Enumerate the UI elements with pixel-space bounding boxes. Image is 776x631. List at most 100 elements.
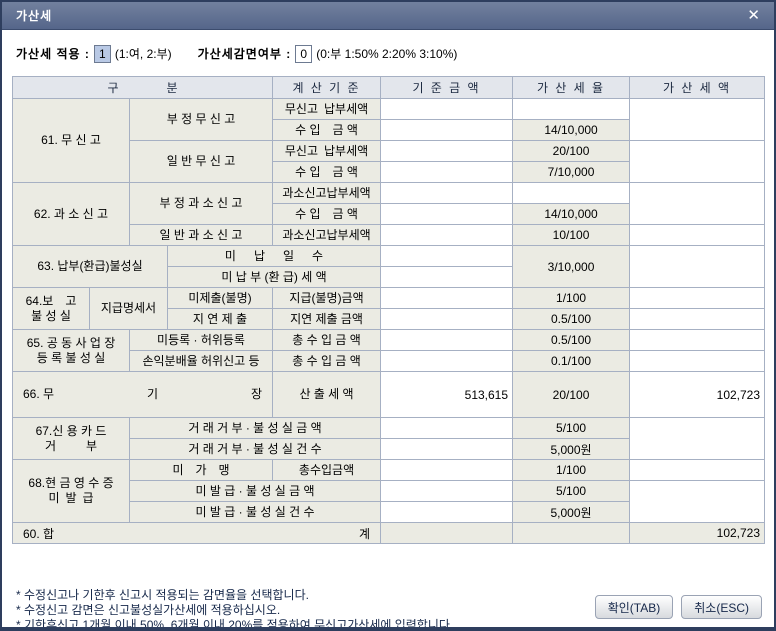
row66-title-mid: 기 xyxy=(147,387,159,401)
rate-cell: 20/100 xyxy=(512,140,631,162)
row67-basis1: 거 래 거 부 · 불 성 실 금 액 xyxy=(128,417,382,439)
row66-title: 66. 무 기 장 xyxy=(11,371,274,418)
amount-cell[interactable] xyxy=(629,287,766,309)
amount-cell[interactable] xyxy=(629,350,766,372)
row66-title-right: 장 xyxy=(250,387,263,401)
rate-cell: 5,000원 xyxy=(512,501,631,523)
base-amount-cell[interactable]: 513,615 xyxy=(380,371,514,418)
base-amount-cell[interactable] xyxy=(380,266,514,288)
header-base-amount: 기 준 금 액 xyxy=(380,76,514,99)
rate-cell[interactable] xyxy=(512,98,631,120)
amount-cell[interactable] xyxy=(629,98,766,141)
rate-cell[interactable] xyxy=(512,182,631,204)
row64-basis1b: 지급(불명)금액 xyxy=(272,287,382,309)
rate-cell: 0.5/100 xyxy=(512,308,631,330)
row68-basis3: 미 발 급 · 불 성 실 건 수 xyxy=(128,501,382,523)
row64-basis2b: 지연 제출 금액 xyxy=(272,308,382,330)
row62-sub-fraud: 부 정 과 소 신 고 xyxy=(128,182,274,225)
base-amount-cell[interactable] xyxy=(380,182,514,204)
row61-basis4: 수 입 금 액 xyxy=(272,161,382,183)
rate-cell: 1/100 xyxy=(512,459,631,481)
rate-cell: 5,000원 xyxy=(512,438,631,460)
penalty-tax-dialog: 가산세 ✕ 가산세 적용 : (1:여, 2:부) 가산세감면여부 : (0:부… xyxy=(0,0,776,631)
apply-label: 가산세 적용 : xyxy=(16,47,90,61)
base-amount-cell[interactable] xyxy=(380,350,514,372)
apply-input[interactable] xyxy=(93,44,111,63)
base-amount-cell[interactable] xyxy=(380,308,514,330)
header-row: 구 분 계 산 기 준 기 준 금 액 가 산 세 율 가 산 세 액 xyxy=(11,76,766,99)
row62-basis3: 과소신고납부세액 xyxy=(272,224,382,246)
row62-basis1: 과소신고납부세액 xyxy=(272,182,382,204)
table-row: 64.보 고 불 성 실 지급명세서 미제출(불명) 지급(불명)금액 1/10… xyxy=(12,287,766,330)
amount-cell[interactable] xyxy=(629,140,766,183)
rate-cell: 0.5/100 xyxy=(512,329,631,351)
row62-sub-general: 일 반 과 소 신 고 xyxy=(128,224,274,246)
base-amount-cell[interactable] xyxy=(380,417,514,439)
rate-cell: 1/100 xyxy=(512,287,631,309)
row67-basis2: 거 래 거 부 · 불 성 실 건 수 xyxy=(128,438,382,460)
rate-cell: 14/10,000 xyxy=(512,203,631,225)
row62-title: 62. 과 소 신 고 xyxy=(12,182,130,246)
row64-basis2a: 지 연 제 출 xyxy=(166,308,274,330)
row64-basis1a: 미제출(불명) xyxy=(166,287,274,309)
amount-cell[interactable] xyxy=(629,224,766,246)
table-row: 65. 공 동 사 업 장 등 록 불 성 실 미등록 · 허위등록 총 수 입… xyxy=(12,329,766,372)
amount-cell[interactable] xyxy=(629,245,766,288)
rate-cell: 3/10,000 xyxy=(512,245,631,288)
base-amount-cell[interactable] xyxy=(380,480,514,502)
table-row: 61. 무 신 고 부 정 무 신 고 무신고 납부세액 xyxy=(12,98,766,183)
row61-basis1: 무신고 납부세액 xyxy=(272,98,382,120)
base-amount-cell[interactable] xyxy=(380,203,514,225)
top-controls: 가산세 적용 : (1:여, 2:부) 가산세감면여부 : (0:부 1:50%… xyxy=(2,30,774,76)
cancel-button[interactable]: 취소(ESC) xyxy=(681,595,762,619)
row65-basis2a: 손익분배율 허위신고 등 xyxy=(128,350,274,372)
row68-basis2: 미 발 급 · 불 성 실 금 액 xyxy=(128,480,382,502)
base-amount-cell[interactable] xyxy=(380,287,514,309)
row61-sub-fraud: 부 정 무 신 고 xyxy=(128,98,274,141)
base-amount-cell[interactable] xyxy=(380,501,514,523)
rate-cell: 14/10,000 xyxy=(512,119,631,141)
table-row: 63. 납부(환급)불성실 미 납 일 수 3/10,000 xyxy=(12,245,766,288)
base-amount-cell xyxy=(380,522,514,544)
amount-cell[interactable] xyxy=(629,480,766,523)
row63-basis2: 미 납 부 (환 급) 세 액 xyxy=(166,266,382,288)
amount-cell[interactable] xyxy=(629,417,766,460)
base-amount-cell[interactable] xyxy=(380,119,514,141)
confirm-button[interactable]: 확인(TAB) xyxy=(594,595,674,619)
amount-cell[interactable] xyxy=(629,182,766,225)
row65-basis2b: 총 수 입 금 액 xyxy=(272,350,382,372)
row68-basis1b: 총수입금액 xyxy=(272,459,382,481)
amount-cell[interactable] xyxy=(629,459,766,481)
amount-cell[interactable] xyxy=(629,329,766,351)
penalty-table: 구 분 계 산 기 준 기 준 금 액 가 산 세 율 가 산 세 액 61. … xyxy=(11,76,766,544)
row61-sub-general: 일 반 무 신 고 xyxy=(128,140,274,183)
row68-basis1a: 미 가 맹 xyxy=(128,459,274,481)
row65-basis1b: 총 수 입 금 액 xyxy=(272,329,382,351)
base-amount-cell[interactable] xyxy=(380,329,514,351)
base-amount-cell[interactable] xyxy=(380,245,514,267)
rate-cell xyxy=(512,522,631,544)
amount-cell[interactable]: 102,723 xyxy=(629,371,766,418)
table-row: 68.현 금 영 수 증 미 발 급 미 가 맹 총수입금액 1/100 xyxy=(12,459,766,523)
row65-basis1a: 미등록 · 허위등록 xyxy=(128,329,274,351)
base-amount-cell[interactable] xyxy=(380,161,514,183)
rate-cell: 5/100 xyxy=(512,480,631,502)
header-gubun: 구 분 xyxy=(11,76,274,99)
header-rate: 가 산 세 율 xyxy=(512,76,631,99)
rate-cell: 10/100 xyxy=(512,224,631,246)
base-amount-cell[interactable] xyxy=(380,98,514,120)
row64-title: 64.보 고 불 성 실 xyxy=(12,287,90,330)
amount-cell[interactable] xyxy=(629,308,766,330)
table-row: 62. 과 소 신 고 부 정 과 소 신 고 과소신고납부세액 xyxy=(12,182,766,246)
rate-cell: 7/10,000 xyxy=(512,161,631,183)
row61-title: 61. 무 신 고 xyxy=(12,98,130,183)
close-icon[interactable]: ✕ xyxy=(747,8,760,23)
base-amount-cell[interactable] xyxy=(380,224,514,246)
base-amount-cell[interactable] xyxy=(380,140,514,162)
base-amount-cell[interactable] xyxy=(380,459,514,481)
reduction-input[interactable] xyxy=(295,44,313,63)
table-row: 66. 무 기 장 산 출 세 액 513,615 20/100 102,723 xyxy=(11,371,766,418)
row66-title-left: 66. 무 xyxy=(23,387,55,401)
reduction-hint: (0:부 1:50% 2:20% 3:10%) xyxy=(316,47,458,61)
base-amount-cell[interactable] xyxy=(380,438,514,460)
